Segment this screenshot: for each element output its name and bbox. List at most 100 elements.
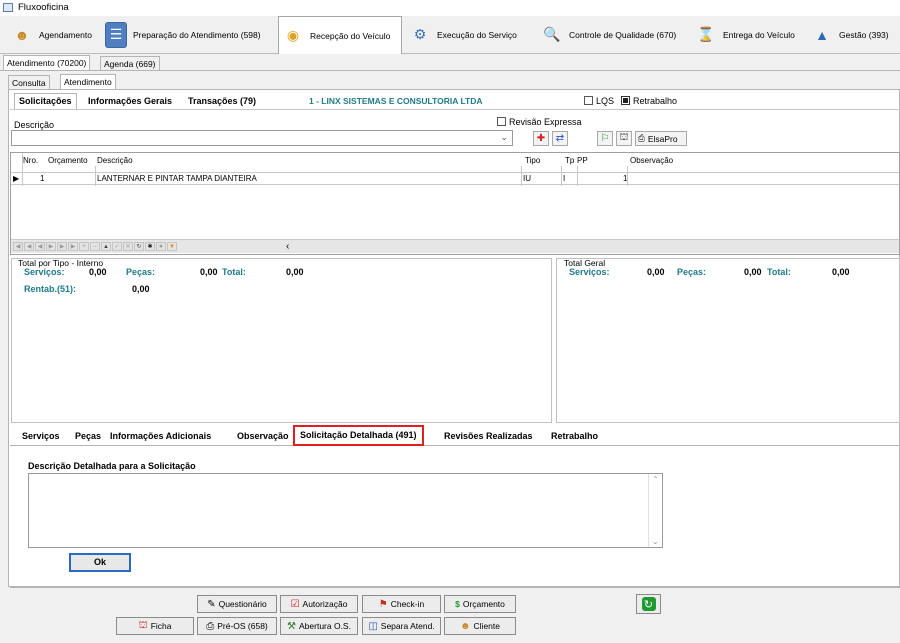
- col-nro[interactable]: Nro.: [23, 156, 38, 165]
- person-icon: ☻: [460, 620, 471, 632]
- scroll-left-icon[interactable]: ‹: [286, 241, 289, 252]
- totals-interno-panel: Total por Tipo - Interno Serviços: 0,00 …: [11, 258, 552, 423]
- divider: [10, 445, 900, 446]
- bookmark-icon[interactable]: ✱: [145, 242, 155, 251]
- chart-icon: ▲: [815, 26, 829, 43]
- tab-solicitacao-detalhada[interactable]: Solicitação Detalhada (491): [293, 425, 424, 446]
- scroll-up-icon[interactable]: ⌃: [652, 475, 659, 484]
- edit-record-icon[interactable]: ▲: [101, 242, 111, 251]
- checkin-icon: ⚑: [378, 598, 388, 610]
- detalhada-label: Descrição Detalhada para a Solicitação: [28, 461, 196, 471]
- nav-tab-agendamento[interactable]: ☻ Agendamento: [8, 16, 100, 53]
- scroll-down-icon[interactable]: ⌄: [652, 537, 659, 546]
- tab-retrabalho[interactable]: Retrabalho: [551, 427, 598, 445]
- row-indicator-icon: ▶: [13, 174, 20, 183]
- app-icon: [3, 3, 13, 12]
- prev-record-icon[interactable]: ◀: [35, 242, 45, 251]
- nav-tab-gestao[interactable]: ▲ Gestão (393): [808, 16, 900, 53]
- col-observacao[interactable]: Observação: [630, 156, 673, 165]
- rentab-value: 0,00: [132, 284, 150, 294]
- separate-icon: ◫: [368, 620, 378, 632]
- questionario-button[interactable]: ✎ Questionário: [197, 595, 277, 613]
- insert-record-icon[interactable]: +: [79, 242, 89, 251]
- lqs-label: LQS: [596, 96, 615, 106]
- col-descricao[interactable]: Descrição: [97, 156, 133, 165]
- insert-icon[interactable]: ⇄: [552, 131, 568, 146]
- ok-button[interactable]: Ok: [69, 553, 131, 572]
- orcamento-button[interactable]: $ Orçamento: [444, 595, 516, 613]
- nav-tab-preparacao[interactable]: ☰ Preparação do Atendimento (598): [102, 16, 274, 53]
- tab-revisoes-realizadas[interactable]: Revisões Realizadas: [444, 427, 533, 445]
- tab-solicitacoes[interactable]: Solicitações: [14, 93, 77, 109]
- retrabalho-checkbox[interactable]: [621, 96, 630, 105]
- col-pp[interactable]: PP: [577, 156, 588, 165]
- filter-icon[interactable]: ▼: [167, 242, 177, 251]
- tab-agenda[interactable]: Agenda (669): [100, 56, 160, 71]
- total-label: Total:: [767, 267, 791, 277]
- nav-tab-execucao[interactable]: ⚙ Execução do Serviço: [406, 16, 526, 53]
- textarea-scrollbar[interactable]: ⌃ ⌄: [648, 474, 662, 547]
- tab-informacoes-gerais[interactable]: Informações Gerais: [88, 96, 172, 106]
- prev-page-icon[interactable]: ◀: [24, 242, 34, 251]
- table-row[interactable]: ▶ 1 LANTERNAR E PINTAR TAMPA DIANTEIRA I…: [11, 172, 899, 185]
- col-tipo[interactable]: Tipo: [525, 156, 540, 165]
- cell-descricao: LANTERNAR E PINTAR TAMPA DIANTEIRA: [97, 174, 257, 183]
- cliente-button[interactable]: ☻ Cliente: [444, 617, 516, 635]
- tree-icon[interactable]: ⚐: [597, 131, 613, 146]
- button-label: Pré-OS (658): [217, 621, 268, 631]
- col-orcamento[interactable]: Orçamento: [48, 156, 88, 165]
- tab-atendimento-count[interactable]: Atendimento (70200): [3, 55, 91, 70]
- next-page-icon[interactable]: ▶: [57, 242, 67, 251]
- ficha-button[interactable]: ⛫ Ficha: [116, 617, 194, 635]
- button-label: Cliente: [473, 621, 500, 631]
- last-record-icon[interactable]: ▶: [68, 242, 78, 251]
- car-icon[interactable]: ⛫: [616, 131, 632, 146]
- abertura-os-button[interactable]: ⚒ Abertura O.S.: [280, 617, 358, 635]
- descricao-select[interactable]: ⌄: [11, 130, 513, 146]
- tab-transacoes[interactable]: Transações (79): [188, 96, 256, 106]
- preos-button[interactable]: ⎙ Pré-OS (658): [197, 617, 277, 635]
- cell-tp: I: [563, 174, 566, 183]
- car-icon: ⛫: [138, 619, 148, 631]
- first-record-icon[interactable]: ◀: [13, 242, 23, 251]
- next-record-icon[interactable]: ▶: [46, 242, 56, 251]
- nav-label: Controle de Qualidade (670): [569, 29, 677, 40]
- nav-tab-controle[interactable]: 🔍 Controle de Qualidade (670): [538, 16, 688, 53]
- divider: [0, 70, 900, 71]
- servicos-label: Serviços:: [569, 267, 610, 277]
- questionnaire-icon: ✎: [207, 598, 216, 610]
- refresh-button[interactable]: ↻: [636, 594, 661, 614]
- revisao-expressa-checkbox[interactable]: [497, 117, 506, 126]
- add-icon[interactable]: ✚: [533, 131, 549, 146]
- refresh-icon[interactable]: ↻: [134, 242, 144, 251]
- nav-tab-entrega[interactable]: ⌛ Entrega do Veículo: [692, 16, 802, 53]
- tab-atendimento[interactable]: Atendimento: [60, 74, 116, 89]
- checkin-button[interactable]: ⚑ Check-in: [362, 595, 441, 613]
- post-record-icon[interactable]: ✓: [112, 242, 122, 251]
- tab-pecas[interactable]: Peças: [75, 427, 101, 445]
- refresh-icon: ↻: [641, 597, 656, 611]
- tools-icon: ⚒: [287, 620, 296, 632]
- lqs-checkbox[interactable]: [584, 96, 593, 105]
- hourglass-icon: ⌛: [697, 26, 715, 42]
- retrabalho-label: Retrabalho: [633, 96, 678, 106]
- pecas-label: Peças:: [677, 267, 707, 277]
- pecas-value: 0,00: [200, 267, 218, 277]
- tab-servicos[interactable]: Serviços: [22, 427, 60, 445]
- detalhada-textarea[interactable]: ⌃ ⌄: [28, 473, 663, 548]
- separa-atend-button[interactable]: ◫ Separa Atend.: [362, 617, 441, 635]
- nav-label: Execução do Serviço: [437, 29, 517, 40]
- col-tp[interactable]: Tp: [565, 156, 574, 165]
- pecas-value: 0,00: [744, 267, 762, 277]
- cancel-record-icon[interactable]: ✕: [123, 242, 133, 251]
- delete-record-icon[interactable]: −: [90, 242, 100, 251]
- elsapro-button[interactable]: ⎙ ElsaPro: [635, 131, 687, 146]
- window-title: Fluxooficina: [18, 2, 69, 13]
- tab-observacao[interactable]: Observação: [237, 427, 289, 445]
- nav-tab-recepcao[interactable]: ◉ Recepção do Veículo: [278, 16, 402, 54]
- grid-header: Nro. Orçamento Descrição Tipo Tp PP Obse…: [11, 153, 899, 166]
- tab-consulta[interactable]: Consulta: [8, 75, 50, 90]
- tab-informacoes-adicionais[interactable]: Informações Adicionais: [110, 427, 211, 445]
- autorizacao-button[interactable]: ☑ Autorização: [280, 595, 358, 613]
- goto-bookmark-icon[interactable]: ★: [156, 242, 166, 251]
